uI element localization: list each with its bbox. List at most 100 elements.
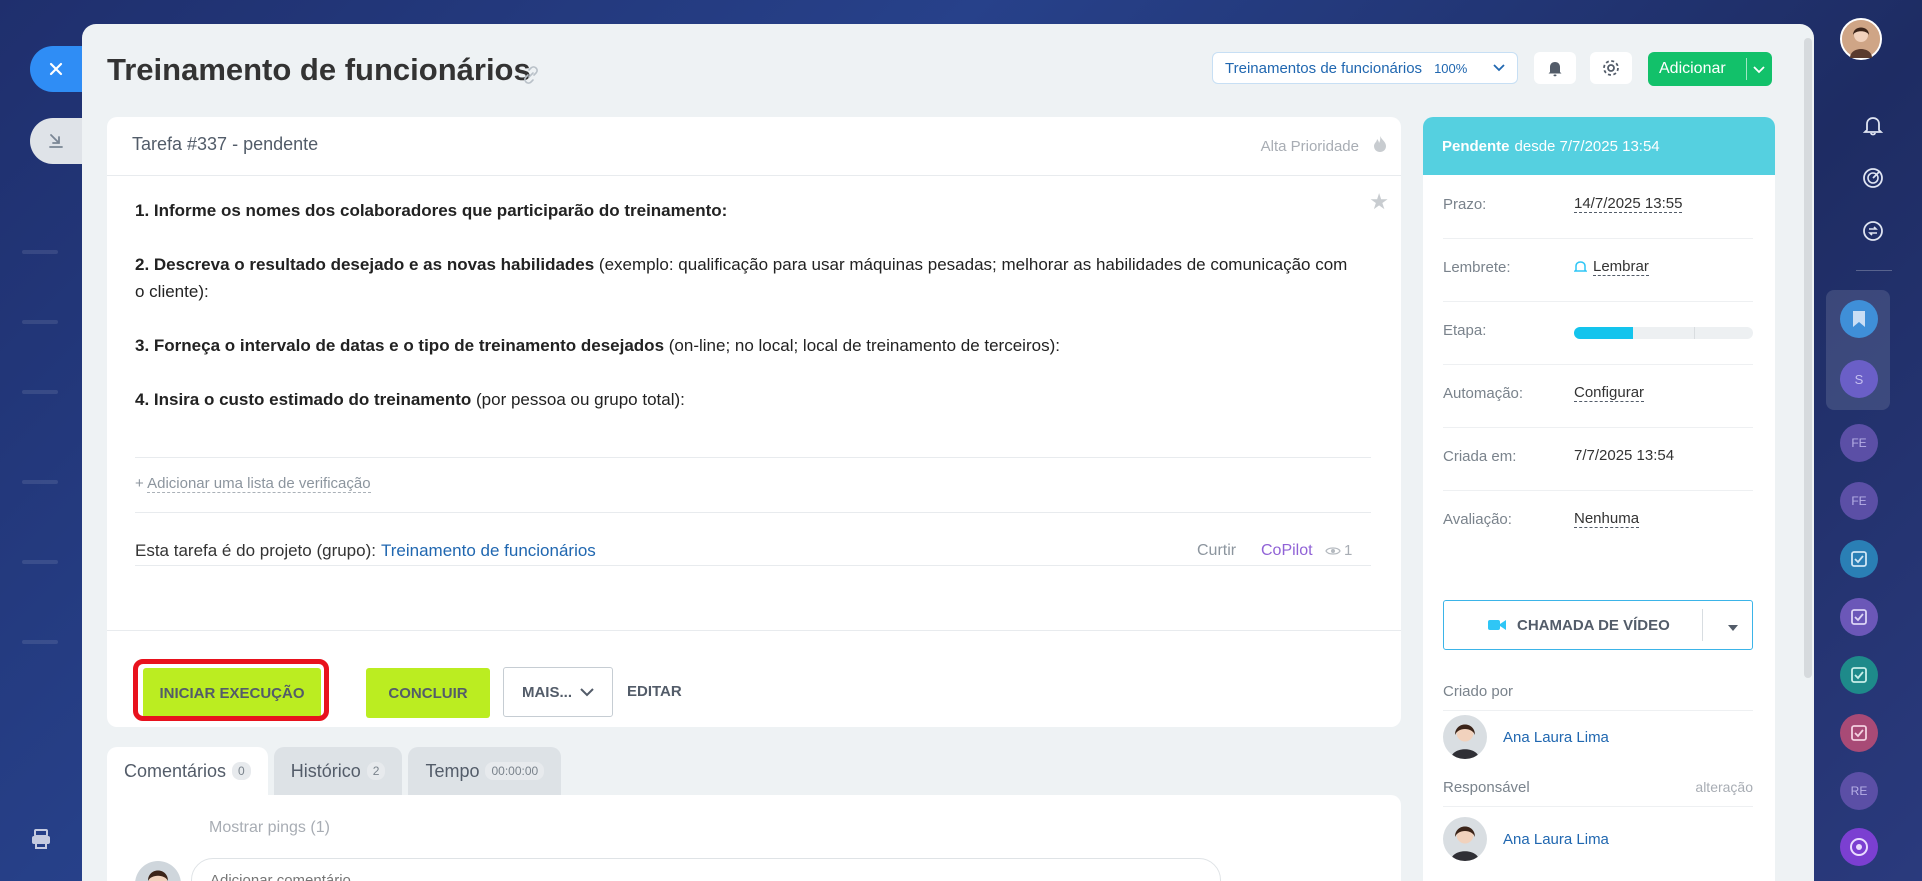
minimize-slider-button[interactable]	[30, 118, 82, 164]
start-execution-button[interactable]: INICIAR EXECUÇÃO	[143, 668, 321, 718]
reminder-value[interactable]: Lembrar	[1574, 258, 1649, 276]
plus-icon: +	[135, 475, 144, 492]
deadline-label: Prazo:	[1443, 196, 1487, 213]
created-row: Criada em: 7/7/2025 13:54	[1443, 427, 1753, 491]
video-call-button[interactable]: CHAMADA DE VÍDEO	[1443, 600, 1753, 650]
project-selector[interactable]: Treinamentos de funcionários 100%	[1212, 52, 1518, 84]
task-slider-panel: Treinamento de funcionários Treinamentos…	[82, 24, 1814, 881]
rating-value[interactable]: Nenhuma	[1574, 510, 1640, 528]
created-label: Criada em:	[1443, 448, 1517, 465]
chat-avatar[interactable]: FE	[1840, 424, 1878, 462]
priority-label[interactable]: Alta Prioridade	[1261, 138, 1359, 155]
video-call-separator	[1702, 609, 1703, 641]
avatar	[1443, 817, 1487, 861]
rail-placeholder	[22, 250, 58, 254]
rating-label: Avaliação:	[1443, 511, 1512, 528]
fire-icon[interactable]	[1373, 135, 1387, 158]
add-checklist-label: Adicionar uma lista de verificação	[147, 475, 371, 493]
chevron-down-icon	[580, 687, 594, 696]
page-title: Treinamento de funcionários	[107, 52, 531, 87]
tab-time[interactable]: Tempo 00:00:00	[408, 747, 562, 795]
tab-label: Comentários	[124, 760, 227, 781]
print-icon[interactable]	[30, 828, 52, 855]
caret-down-icon[interactable]	[1728, 618, 1738, 635]
copy-link-icon[interactable]	[522, 66, 540, 89]
sync-icon[interactable]	[1856, 214, 1890, 248]
add-button[interactable]: Adicionar	[1648, 52, 1772, 86]
description-item-title: 1. Informe os nomes dos colaboradores qu…	[135, 201, 728, 220]
chat-avatar[interactable]: FE	[1840, 482, 1878, 520]
created-by-heading: Criado por	[1443, 683, 1753, 711]
add-checklist-link[interactable]: + Adicionar uma lista de verificação	[135, 475, 371, 493]
task-number-status: Tarefa #337 - pendente	[132, 134, 319, 154]
task-description: 1. Informe os nomes dos colaboradores qu…	[135, 197, 1355, 440]
task-chat-icon[interactable]	[1840, 714, 1878, 752]
chat-avatar-initials: S	[1854, 371, 1864, 387]
reminder-row: Lembrete: Lembrar	[1443, 238, 1753, 302]
divider	[135, 457, 1371, 458]
description-item: 3. Forneça o intervalo de datas e o tipo…	[135, 332, 1355, 359]
reminder-label: Lembrete:	[1443, 259, 1511, 276]
creator-person[interactable]: Ana Laura Lima	[1443, 715, 1609, 759]
description-item-text: (por pessoa ou grupo total):	[471, 390, 685, 409]
chat-avatar-initials: RE	[1850, 784, 1868, 798]
tab-count: 0	[232, 762, 251, 780]
close-slider-button[interactable]	[30, 46, 82, 92]
stage-row: Etapa:	[1443, 301, 1753, 365]
deadline-row: Prazo: 14/7/2025 13:55	[1443, 175, 1753, 239]
creator-name: Ana Laura Lima	[1503, 728, 1609, 746]
notifications-button[interactable]	[1534, 52, 1576, 84]
view-count: 1	[1325, 542, 1352, 559]
more-button[interactable]: MAIS...	[503, 667, 613, 717]
automation-label: Automação:	[1443, 385, 1524, 402]
task-sidebar: Pendente desde 7/7/2025 13:54 Prazo: 14/…	[1423, 117, 1775, 881]
divider	[135, 512, 1371, 513]
project-link[interactable]: Treinamento de funcionários	[381, 541, 596, 560]
scrollbar[interactable]	[1804, 38, 1812, 678]
star-icon[interactable]: ★	[1369, 189, 1389, 215]
copilot-link[interactable]: CoPilot	[1261, 542, 1313, 560]
responsible-person[interactable]: Ana Laura Lima	[1443, 817, 1609, 861]
like-link[interactable]: Curtir	[1197, 542, 1236, 560]
add-button-label: Adicionar	[1659, 60, 1726, 77]
tab-comments[interactable]: Comentários 0	[107, 747, 268, 795]
created-value: 7/7/2025 13:54	[1574, 447, 1675, 464]
description-item: 4. Insira o custo estimado do treinament…	[135, 386, 1355, 413]
project-selector-percent: 100%	[1434, 60, 1468, 76]
task-chat-icon[interactable]	[1840, 656, 1878, 694]
project-prefix: Esta tarefa é do projeto (grupo):	[135, 541, 376, 560]
task-chat-icon[interactable]	[1840, 540, 1878, 578]
comments-area: Mostrar pings (1)	[107, 795, 1401, 881]
chat-avatar-initials: FE	[1851, 436, 1867, 450]
chat-avatar[interactable]: RE	[1840, 772, 1878, 810]
gear-icon	[1603, 60, 1619, 76]
chevron-down-icon[interactable]	[1753, 61, 1765, 79]
comment-input[interactable]	[191, 858, 1221, 881]
bookmark-icon[interactable]	[1840, 300, 1878, 338]
show-pings-link[interactable]: Mostrar pings (1)	[209, 819, 330, 837]
deadline-value[interactable]: 14/7/2025 13:55	[1574, 195, 1683, 213]
project-info: Esta tarefa é do projeto (grupo): Treinam…	[135, 541, 596, 561]
edit-button[interactable]: EDITAR	[627, 683, 682, 700]
notifications-icon[interactable]	[1856, 108, 1890, 142]
avatar	[1443, 715, 1487, 759]
tab-label: Histórico	[290, 760, 361, 781]
change-responsible-link[interactable]: alteração	[1695, 779, 1753, 795]
automation-link[interactable]: Configurar	[1574, 384, 1645, 402]
stage-progress-bar[interactable]	[1574, 327, 1753, 339]
complete-button[interactable]: CONCLUIR	[366, 668, 490, 718]
chat-avatar[interactable]: S	[1840, 360, 1878, 398]
add-button-separator	[1746, 58, 1747, 80]
task-action-bar: INICIAR EXECUÇÃO CONCLUIR MAIS... EDITAR	[107, 630, 1401, 728]
user-avatar[interactable]	[1840, 18, 1882, 60]
bell-plus-icon	[1574, 261, 1587, 272]
settings-button[interactable]	[1590, 52, 1632, 84]
tab-history[interactable]: Histórico 2	[273, 747, 403, 795]
rail-divider	[1856, 270, 1892, 271]
copilot-icon[interactable]	[1840, 828, 1878, 866]
task-chat-icon[interactable]	[1840, 598, 1878, 636]
more-button-label: MAIS...	[521, 683, 572, 701]
status-since: desde 7/7/2025 13:54	[1514, 137, 1660, 155]
activity-stream-icon[interactable]	[1856, 161, 1890, 195]
avatar	[135, 861, 181, 881]
